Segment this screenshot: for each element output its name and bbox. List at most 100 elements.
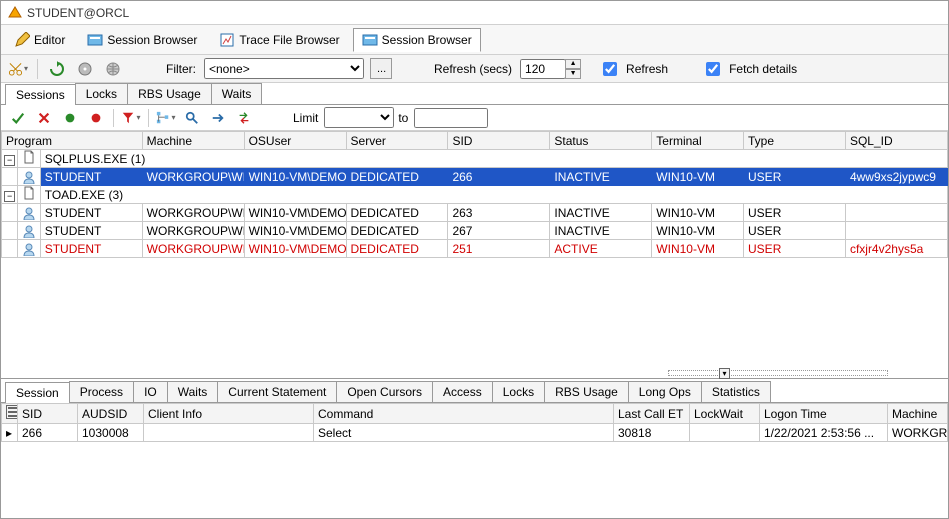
detail-col-sid[interactable]: SID	[18, 404, 78, 424]
circle-red-button[interactable]	[85, 107, 107, 129]
cell-osuser: WIN10-VM\DEMO	[244, 222, 346, 240]
table-row[interactable]: STUDENTWORKGROUP\WIN1WIN10-VM\DEMODEDICA…	[2, 222, 948, 240]
detail-col-logontime[interactable]: Logon Time	[760, 404, 888, 424]
tab-locks-detail[interactable]: Locks	[492, 381, 545, 402]
check-green-button[interactable]	[7, 107, 29, 129]
refresh-checkbox[interactable]	[603, 62, 617, 76]
detail-col-lastcall[interactable]: Last Call ET	[614, 404, 690, 424]
tab-trace-file-browser[interactable]: Trace File Browser	[210, 28, 348, 52]
refresh-checkbox-label: Refresh	[626, 62, 668, 76]
table-row[interactable]: STUDENTWORKGROUP\WIN1WIN10-VM\DEMODEDICA…	[2, 168, 948, 186]
fetch-details-label: Fetch details	[729, 62, 797, 76]
arrow-nav-button[interactable]	[207, 107, 229, 129]
group-row[interactable]: −TOAD.EXE (3)	[2, 186, 948, 204]
tab-rbs-usage[interactable]: RBS Usage	[127, 83, 212, 104]
detail-col-command[interactable]: Command	[314, 404, 614, 424]
col-machine[interactable]: Machine	[142, 132, 244, 150]
spinner-down-button[interactable]: ▼	[565, 69, 581, 79]
detail-col-audsid[interactable]: AUDSID	[78, 404, 144, 424]
cell-status: INACTIVE	[550, 204, 652, 222]
filter-dots-button[interactable]: ...	[370, 58, 392, 79]
splitter-caret-icon[interactable]: ▾	[719, 368, 730, 379]
sessions-grid[interactable]: Program Machine OSUser Server SID Status…	[1, 131, 948, 258]
tab-waits[interactable]: Waits	[211, 83, 263, 104]
tab-sessions[interactable]: Sessions	[5, 84, 76, 105]
col-program[interactable]: Program	[2, 132, 143, 150]
col-type[interactable]: Type	[744, 132, 846, 150]
cell-machine: WORKGROUP\WIN1	[142, 222, 244, 240]
disk-button[interactable]	[74, 58, 96, 80]
refresh-button[interactable]	[46, 58, 68, 80]
detail-col-clientinfo[interactable]: Client Info	[144, 404, 314, 424]
find-button[interactable]	[181, 107, 203, 129]
tab-session-browser-2[interactable]: Session Browser	[353, 28, 481, 52]
filter-label: Filter:	[166, 62, 196, 76]
session-icon	[87, 32, 103, 48]
tab-waits-detail[interactable]: Waits	[167, 381, 219, 402]
tab-session[interactable]: Session	[5, 382, 70, 403]
detail-col-machine[interactable]: Machine	[888, 404, 948, 424]
user-icon	[22, 242, 36, 256]
tab-access[interactable]: Access	[432, 381, 493, 402]
section-tabstrip: Sessions Locks RBS Usage Waits	[1, 83, 948, 105]
tab-statistics[interactable]: Statistics	[701, 381, 771, 402]
table-row[interactable]: STUDENTWORKGROUP\WIN1WIN10-VM\DEMODEDICA…	[2, 204, 948, 222]
filter-funnel-button[interactable]: ▾	[120, 107, 142, 129]
tab-rbs-usage-detail[interactable]: RBS Usage	[544, 381, 629, 402]
detail-row[interactable]: ▸ 266 1030008 Select 30818 1/22/2021 2:5…	[2, 424, 948, 442]
swap-arrows-button[interactable]	[233, 107, 255, 129]
detail-col-lockwait[interactable]: LockWait	[690, 404, 760, 424]
cell-type: USER	[744, 204, 846, 222]
detail-area: Session Process IO Waits Current Stateme…	[1, 378, 948, 518]
detail-cell	[690, 424, 760, 442]
cell-sid: 267	[448, 222, 550, 240]
refresh-value-input[interactable]	[520, 59, 566, 79]
group-label: SQLPLUS.EXE (1)	[40, 150, 947, 168]
user-icon	[22, 170, 36, 184]
table-row[interactable]: STUDENTWORKGROUP\WIN1WIN10-VM\DEMODEDICA…	[2, 240, 948, 258]
separator	[37, 59, 38, 79]
tab-process[interactable]: Process	[69, 381, 134, 402]
to-input[interactable]	[414, 108, 488, 128]
tab-label: Session Browser	[382, 33, 472, 47]
splitter-handle[interactable]: ▾	[668, 370, 888, 376]
scissors-button[interactable]: ▾	[7, 58, 29, 80]
col-status[interactable]: Status	[550, 132, 652, 150]
col-sqlid[interactable]: SQL_ID	[845, 132, 947, 150]
globe-button[interactable]	[102, 58, 124, 80]
limit-select[interactable]	[324, 107, 394, 128]
tree-dropdown-button[interactable]: ▾	[155, 107, 177, 129]
refresh-spinner[interactable]: ▲ ▼	[520, 59, 581, 79]
cell-sid: 263	[448, 204, 550, 222]
tab-locks[interactable]: Locks	[75, 83, 128, 104]
detail-blank-area	[1, 442, 948, 518]
tab-current-statement[interactable]: Current Statement	[217, 381, 337, 402]
tab-editor[interactable]: Editor	[5, 28, 74, 52]
grid-header-row: Program Machine OSUser Server SID Status…	[2, 132, 948, 150]
detail-col-burger[interactable]	[2, 404, 18, 424]
tab-long-ops[interactable]: Long Ops	[628, 381, 702, 402]
collapse-icon[interactable]: −	[4, 155, 15, 166]
filter-select[interactable]: <none>	[204, 58, 364, 79]
cell-program: STUDENT	[40, 240, 142, 258]
cell-osuser: WIN10-VM\DEMO	[244, 240, 346, 258]
refresh-secs-label: Refresh (secs)	[434, 62, 512, 76]
detail-grid[interactable]: SID AUDSID Client Info Command Last Call…	[1, 403, 948, 442]
spinner-up-button[interactable]: ▲	[565, 59, 581, 69]
col-sid[interactable]: SID	[448, 132, 550, 150]
fetch-details-checkbox[interactable]	[706, 62, 720, 76]
trace-icon	[219, 32, 235, 48]
tab-session-browser-1[interactable]: Session Browser	[78, 28, 206, 52]
x-red-button[interactable]	[33, 107, 55, 129]
panel-splitter[interactable]: ▾	[1, 368, 948, 378]
col-server[interactable]: Server	[346, 132, 448, 150]
tab-io[interactable]: IO	[133, 381, 168, 402]
col-terminal[interactable]: Terminal	[652, 132, 744, 150]
collapse-icon[interactable]: −	[4, 191, 15, 202]
tab-open-cursors[interactable]: Open Cursors	[336, 381, 433, 402]
group-row[interactable]: − SQLPLUS.EXE (1)	[2, 150, 948, 168]
circle-green-button[interactable]	[59, 107, 81, 129]
cell-sqlid	[845, 222, 947, 240]
cell-server: DEDICATED	[346, 222, 448, 240]
col-osuser[interactable]: OSUser	[244, 132, 346, 150]
